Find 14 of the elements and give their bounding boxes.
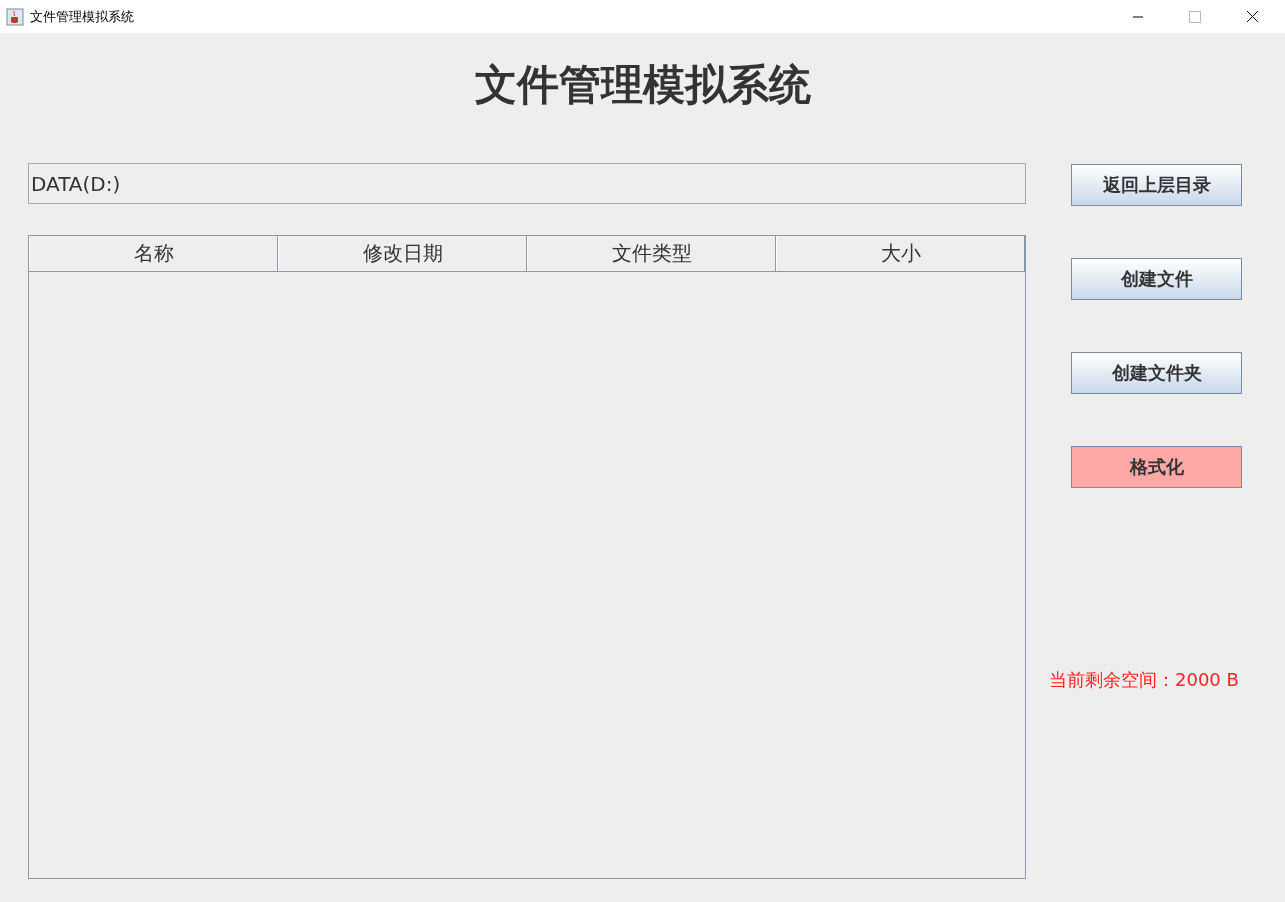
cup-icon [6, 7, 24, 26]
action-button[interactable]: 创建文件夹 [1071, 352, 1242, 394]
page-heading: 文件管理模拟系统 [473, 59, 812, 111]
close-icon[interactable] [1246, 10, 1259, 23]
column-header[interactable]: 修改日期 [278, 236, 527, 271]
window-title: 文件管理模拟系统 [30, 7, 134, 26]
action-button[interactable]: 创建文件 [1071, 258, 1242, 300]
action-button[interactable]: 返回上层目录 [1071, 164, 1242, 206]
column-header[interactable]: 名称 [29, 236, 278, 271]
path-field[interactable]: DATA(D:) [28, 163, 1026, 204]
column-header[interactable]: 大小 [776, 236, 1025, 271]
column-header[interactable]: 文件类型 [527, 236, 776, 271]
format-button[interactable]: 格式化 [1071, 446, 1242, 488]
free-space-text: 当前剩余空间：2000 B [1049, 668, 1240, 692]
